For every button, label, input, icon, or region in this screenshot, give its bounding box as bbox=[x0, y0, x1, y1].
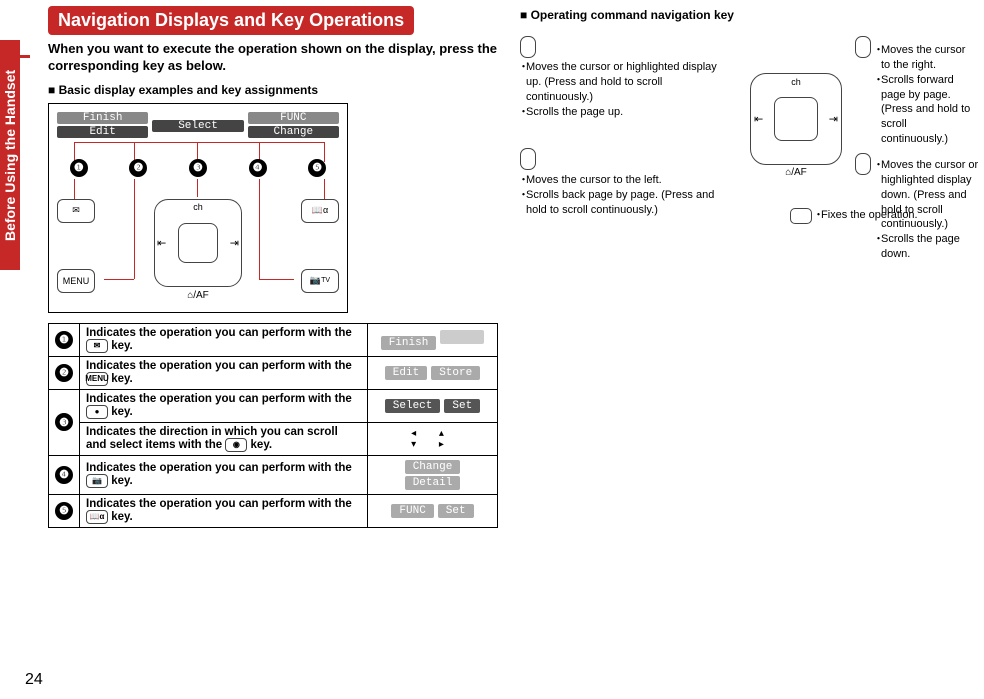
softkey-change: Change bbox=[248, 126, 339, 138]
nav-diagram: ch ⇤ ⇥ ⌂/AF Moves the cursor or highligh… bbox=[520, 28, 970, 238]
menu-key-icon: MENU bbox=[86, 372, 108, 386]
left-column: Navigation Displays and Key Operations W… bbox=[48, 6, 498, 528]
right-column: Operating command navigation key ch ⇤ ⇥ … bbox=[520, 6, 970, 238]
row-desc: Indicates the direction in which you can… bbox=[80, 422, 368, 455]
num-3: ❸ bbox=[189, 159, 207, 177]
nav-af-label: ⌂/AF bbox=[785, 167, 807, 178]
nav-right-icon: ⇥ bbox=[829, 113, 838, 126]
pill-set: Set bbox=[444, 399, 480, 413]
nav-left-icon: ⇤ bbox=[754, 113, 763, 126]
arrows-cell: ◂ ▴▾ ▸ bbox=[368, 422, 498, 455]
row-desc: Indicates the operation you can perform … bbox=[80, 389, 368, 422]
note-text: Scrolls the page up. bbox=[520, 105, 720, 120]
softkey-finish: Finish bbox=[57, 112, 148, 124]
left-key-icon bbox=[520, 148, 536, 170]
table-row: ❷ Indicates the operation you can perfor… bbox=[49, 356, 498, 389]
mail-key-icon: ✉ bbox=[86, 339, 108, 353]
page-title: Navigation Displays and Key Operations bbox=[48, 6, 414, 35]
note-text: Moves the cursor to the left. bbox=[520, 173, 720, 188]
pill-store: Store bbox=[431, 366, 480, 380]
row-num-4: ❹ bbox=[55, 466, 73, 484]
book-key-icon: 📖α bbox=[301, 199, 339, 223]
center-key-icon bbox=[790, 208, 812, 224]
table-row: ❸ Indicates the operation you can perfor… bbox=[49, 389, 498, 422]
softkey-select: Select bbox=[152, 120, 243, 132]
dpad-af-label: ⌂/AF bbox=[187, 290, 209, 301]
num-5: ❺ bbox=[308, 159, 326, 177]
row-desc: Indicates the operation you can perform … bbox=[80, 356, 368, 389]
num-1: ❶ bbox=[70, 159, 88, 177]
pill-finish: Finish bbox=[381, 336, 437, 350]
note-text: Scrolls the page down. bbox=[875, 232, 984, 262]
dpad-ch-icon: ch bbox=[193, 202, 203, 212]
intro-text: When you want to execute the operation s… bbox=[48, 41, 498, 75]
row-num-3: ❸ bbox=[55, 413, 73, 431]
nav-left-notes: Moves the cursor to the left. Scrolls ba… bbox=[520, 173, 720, 218]
up-key-icon bbox=[520, 36, 536, 58]
table-row: ❹ Indicates the operation you can perfor… bbox=[49, 455, 498, 494]
table-row: ❶ Indicates the operation you can perfor… bbox=[49, 323, 498, 356]
note-text: Moves the cursor to the right. bbox=[875, 43, 975, 73]
row-num-1: ❶ bbox=[55, 331, 73, 349]
nav-center-notes: Fixes the operation. bbox=[815, 208, 965, 223]
menu-key-icon: MENU bbox=[57, 269, 95, 293]
book-key-icon: 📖α bbox=[86, 510, 108, 524]
nav-right-notes: Moves the cursor to the right. Scrolls f… bbox=[875, 43, 975, 147]
pill-detail: Detail bbox=[405, 476, 461, 490]
dpad-key-icon: ◉ bbox=[225, 438, 247, 452]
table-row: Indicates the direction in which you can… bbox=[49, 422, 498, 455]
pill-func: FUNC bbox=[391, 504, 433, 518]
note-text: Moves the cursor or highlighted display … bbox=[520, 60, 720, 105]
pill-blank bbox=[440, 330, 484, 344]
number-row: ❶ ❷ ❸ ❹ ❺ bbox=[49, 159, 347, 177]
nav-dpad: ch ⇤ ⇥ ⌂/AF bbox=[750, 73, 842, 165]
page-number: 24 bbox=[25, 671, 43, 689]
note-text: Fixes the operation. bbox=[815, 208, 965, 223]
nav-up-notes: Moves the cursor or highlighted display … bbox=[520, 60, 720, 119]
note-text: Scrolls forward page by page. (Press and… bbox=[875, 73, 975, 147]
down-key-icon bbox=[855, 153, 871, 175]
table-row: ❺ Indicates the operation you can perfor… bbox=[49, 494, 498, 527]
row-desc: Indicates the operation you can perform … bbox=[80, 455, 368, 494]
dpad-right-icon: ⇥ bbox=[230, 236, 239, 249]
right-key-icon bbox=[855, 36, 871, 58]
key-diagram: Finish Edit Select FUNC Change ❶ ❷ ❸ ❹ ❺ bbox=[48, 103, 348, 313]
note-text: Scrolls back page by page. (Press and ho… bbox=[520, 188, 720, 218]
dpad: ch ⇤ ⇥ ⌂/AF bbox=[154, 199, 242, 287]
num-2: ❷ bbox=[129, 159, 147, 177]
pill-select: Select bbox=[385, 399, 441, 413]
subhead-nav: Operating command navigation key bbox=[520, 8, 970, 22]
subhead-basic: Basic display examples and key assignmen… bbox=[48, 83, 498, 97]
num-4: ❹ bbox=[249, 159, 267, 177]
row-desc: Indicates the operation you can perform … bbox=[80, 323, 368, 356]
row-num-5: ❺ bbox=[55, 502, 73, 520]
softkey-edit: Edit bbox=[57, 126, 148, 138]
row-num-2: ❷ bbox=[55, 364, 73, 382]
pill-change: Change bbox=[405, 460, 461, 474]
pill-set: Set bbox=[438, 504, 474, 518]
center-key-icon: ● bbox=[86, 405, 108, 419]
side-stub bbox=[0, 55, 30, 58]
side-tab: Before Using the Handset bbox=[0, 40, 20, 270]
dpad-left-icon: ⇤ bbox=[157, 236, 166, 249]
key-table: ❶ Indicates the operation you can perfor… bbox=[48, 323, 498, 528]
camera-key-icon: 📷 bbox=[86, 474, 108, 488]
softkey-func: FUNC bbox=[248, 112, 339, 124]
tv-key-icon: 📷TV bbox=[301, 269, 339, 293]
mail-key-icon: ✉ bbox=[57, 199, 95, 223]
pill-edit: Edit bbox=[385, 366, 427, 380]
row-desc: Indicates the operation you can perform … bbox=[80, 494, 368, 527]
nav-ch-icon: ch bbox=[791, 77, 801, 87]
